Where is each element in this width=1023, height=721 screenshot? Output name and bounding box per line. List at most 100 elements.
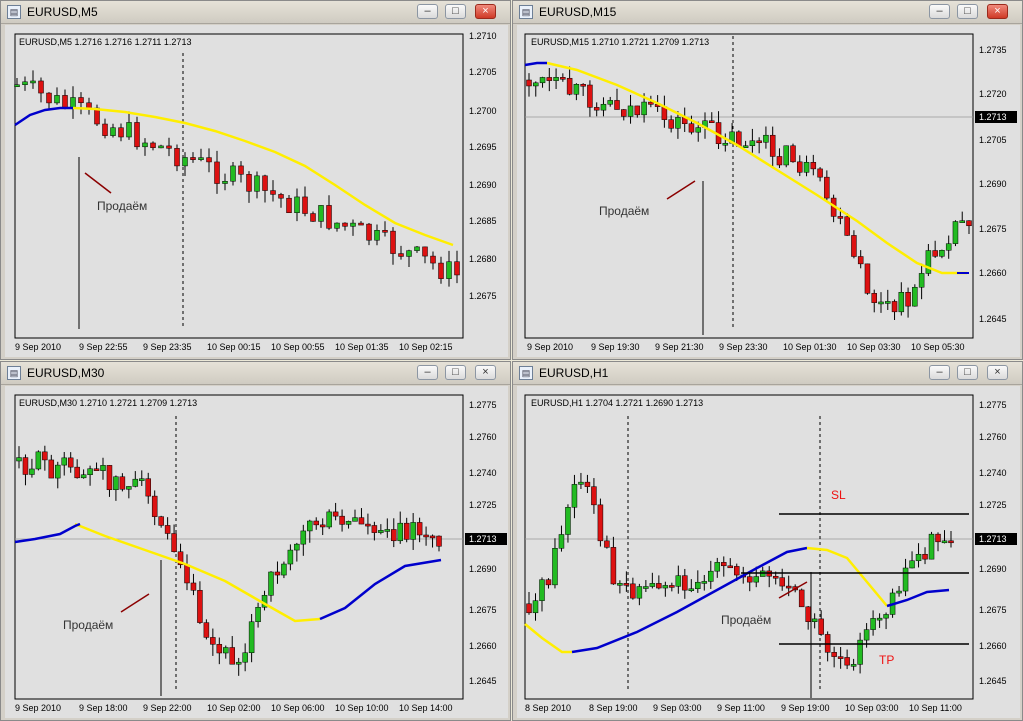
candle-bear xyxy=(746,576,753,583)
candle-bull xyxy=(294,196,300,214)
candle-bull xyxy=(532,600,539,614)
candle-bull xyxy=(627,105,634,117)
current-price-label: 1.2713 xyxy=(979,534,1007,544)
candle-bull xyxy=(230,165,236,182)
price-chart[interactable]: EURUSD,M30 1.2710 1.2721 1.2709 1.2713 1… xyxy=(5,386,508,718)
candle-bull xyxy=(55,464,61,479)
candle-bear xyxy=(593,107,600,111)
window-title: EURUSD,M30 xyxy=(27,366,105,380)
candle-bull xyxy=(378,530,384,533)
price-chart[interactable]: EURUSD,H1 1.2704 1.2721 1.2690 1.2713 1.… xyxy=(517,386,1020,718)
candle-bull xyxy=(643,586,649,589)
time-tick: 10 Sep 00:15 xyxy=(207,342,261,352)
maximize-button[interactable]: □ xyxy=(445,365,466,380)
close-button[interactable]: × xyxy=(987,365,1008,380)
candle-bear xyxy=(797,161,803,173)
candle-bear xyxy=(166,145,172,149)
candle-bear xyxy=(905,292,911,307)
candle-bear xyxy=(591,486,597,506)
candle-bear xyxy=(790,145,796,163)
candle-bear xyxy=(48,459,55,479)
time-tick: 10 Sep 14:00 xyxy=(399,703,453,713)
candle-bear xyxy=(158,516,164,526)
time-tick: 9 Sep 19:30 xyxy=(591,342,640,352)
title-bar[interactable]: ▤ EURUSD,M15 – □ × xyxy=(513,1,1022,24)
candle-bear xyxy=(688,123,695,133)
chart-info: EURUSD,M15 1.2710 1.2721 1.2709 1.2713 xyxy=(531,37,709,47)
candle-bear xyxy=(630,583,636,599)
candle-bear xyxy=(851,235,857,257)
current-price-label: 1.2713 xyxy=(979,112,1007,122)
candle-bear xyxy=(106,465,113,491)
candle-bear xyxy=(604,540,610,548)
minimize-button[interactable]: – xyxy=(417,365,438,380)
maximize-button[interactable]: □ xyxy=(957,4,978,19)
candle-bear xyxy=(214,161,220,184)
candle-bull xyxy=(374,230,380,241)
candle-bull xyxy=(406,250,412,257)
time-tick: 9 Sep 23:30 xyxy=(719,342,768,352)
window-title: EURUSD,H1 xyxy=(539,366,609,380)
maximize-button[interactable]: □ xyxy=(957,365,978,380)
candle-bear xyxy=(398,253,404,257)
title-bar[interactable]: ▤ EURUSD,M5 – □ × xyxy=(1,1,510,24)
candle-bear xyxy=(668,119,674,129)
chart-window-h1[interactable]: ▤ EURUSD,H1 – □ × EURUSD,H1 1.2704 1.272… xyxy=(512,361,1023,721)
price-tick: 1.2775 xyxy=(979,400,1007,410)
close-button[interactable]: × xyxy=(475,4,496,19)
candle-bull xyxy=(16,457,22,462)
candle-bear xyxy=(422,246,428,257)
minimize-button[interactable]: – xyxy=(929,365,950,380)
candle-bull xyxy=(571,484,578,508)
candle-bull xyxy=(675,117,681,129)
price-tick: 1.2720 xyxy=(979,89,1007,99)
close-button[interactable]: × xyxy=(475,365,496,380)
close-button[interactable]: × xyxy=(987,4,1008,19)
candle-bull xyxy=(928,533,935,560)
candle-bear xyxy=(805,606,811,622)
candle-bear xyxy=(429,535,436,539)
title-bar[interactable]: ▤ EURUSD,M30 – □ × xyxy=(1,362,510,385)
candle-bear xyxy=(772,575,779,579)
candle-bear xyxy=(171,533,177,552)
candle-bull xyxy=(885,301,891,304)
candle-bear xyxy=(871,293,877,303)
candle-bear xyxy=(332,511,339,517)
price-tick: 1.2700 xyxy=(469,106,497,116)
candle-bear xyxy=(206,157,212,163)
candle-bull xyxy=(80,474,87,479)
chart-window-m5[interactable]: ▤ EURUSD,M5 – □ × EURUSD,M5 1.2716 1.271… xyxy=(0,0,511,360)
title-bar[interactable]: ▤ EURUSD,H1 – □ × xyxy=(513,362,1022,385)
time-tick: 8 Sep 2010 xyxy=(525,703,571,713)
time-tick: 9 Sep 21:30 xyxy=(655,342,704,352)
maximize-button[interactable]: □ xyxy=(445,4,466,19)
candle-bull xyxy=(87,468,93,475)
candle-bull xyxy=(223,647,229,654)
minimize-button[interactable]: – xyxy=(929,4,950,19)
candle-bear xyxy=(42,451,48,461)
price-tick: 1.2675 xyxy=(979,605,1007,615)
price-chart[interactable]: EURUSD,M15 1.2710 1.2721 1.2709 1.2713 1… xyxy=(517,25,1020,357)
chart-window-icon: ▤ xyxy=(7,366,21,380)
candle-bear xyxy=(584,481,591,487)
minimize-button[interactable]: – xyxy=(417,4,438,19)
time-tick: 10 Sep 03:30 xyxy=(847,342,901,352)
candle-bear xyxy=(134,122,140,148)
candle-bear xyxy=(922,553,928,560)
candle-bull xyxy=(695,581,701,590)
candle-bull xyxy=(242,652,248,663)
candle-bear xyxy=(151,495,158,517)
time-tick: 9 Sep 2010 xyxy=(15,342,61,352)
price-chart[interactable]: EURUSD,M5 1.2716 1.2716 1.2711 1.2713 1.… xyxy=(5,25,508,357)
candle-bear xyxy=(313,520,319,526)
candle-bear xyxy=(319,524,326,528)
chart-window-m30[interactable]: ▤ EURUSD,M30 – □ × EURUSD,M30 1.2710 1.2… xyxy=(0,361,511,721)
sell-label: Продаём xyxy=(721,613,771,627)
price-tick: 1.2675 xyxy=(979,224,1007,234)
candle-bull xyxy=(941,540,948,544)
time-tick: 10 Sep 02:15 xyxy=(399,342,453,352)
candle-bear xyxy=(74,466,80,479)
candle-bull xyxy=(235,661,242,665)
chart-window-m15[interactable]: ▤ EURUSD,M15 – □ × EURUSD,M15 1.2710 1.2… xyxy=(512,0,1023,360)
price-tick: 1.2645 xyxy=(979,676,1007,686)
